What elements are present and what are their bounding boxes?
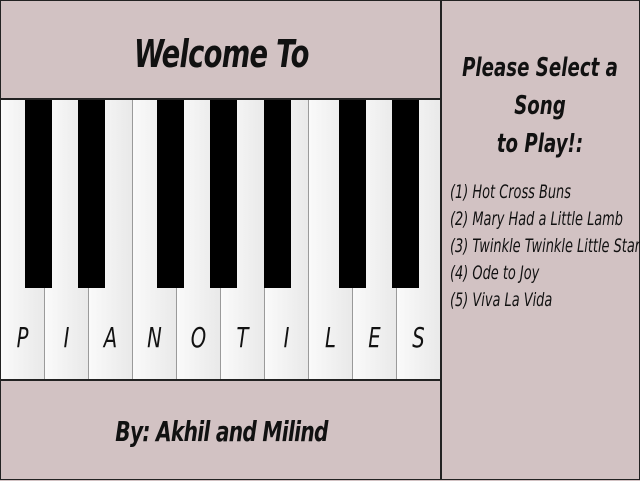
song-option-2[interactable]: (2) Mary Had a Little Lamb [450, 206, 623, 233]
black-key-7[interactable] [392, 100, 419, 288]
black-key-4[interactable] [210, 100, 237, 288]
key-letter-t: T [236, 321, 249, 354]
black-key-5[interactable] [264, 100, 291, 288]
song-list: (1) Hot Cross Buns (2) Mary Had a Little… [450, 179, 640, 314]
piano-keyboard: P I A N O T I L E S [1, 100, 440, 379]
welcome-title: Welcome To [133, 31, 309, 76]
key-letter-p: P [16, 321, 29, 354]
key-letter-i2: I [283, 321, 290, 354]
credits-banner: By: Akhil and Milind [1, 379, 441, 481]
key-letter-i: I [63, 321, 70, 354]
key-letter-o: O [190, 321, 207, 354]
key-letter-a: A [103, 321, 118, 354]
black-key-3[interactable] [157, 100, 184, 288]
key-letter-s: S [412, 321, 425, 354]
song-option-1[interactable]: (1) Hot Cross Buns [450, 179, 578, 206]
black-key-1[interactable] [25, 100, 52, 288]
black-key-6[interactable] [339, 100, 366, 288]
author-credits: By: Akhil and Milind [114, 414, 328, 448]
song-select-prompt: Please Select a Song to Play!: [446, 49, 635, 163]
key-letter-e: E [368, 321, 381, 354]
title-banner: Welcome To [1, 1, 441, 100]
song-option-3[interactable]: (3) Twinkle Twinkle Little Star [450, 233, 640, 260]
song-select-panel: Please Select a Song to Play!: (1) Hot C… [442, 1, 640, 478]
song-option-5[interactable]: (5) Viva La Vida [450, 287, 578, 314]
prompt-line-1: Please Select a Song [462, 53, 618, 121]
prompt-line-2: to Play!: [496, 129, 584, 159]
key-letter-l: L [325, 321, 336, 354]
black-key-2[interactable] [78, 100, 105, 288]
key-letter-n: N [147, 321, 162, 354]
song-option-4[interactable]: (4) Ode to Joy [450, 260, 578, 287]
